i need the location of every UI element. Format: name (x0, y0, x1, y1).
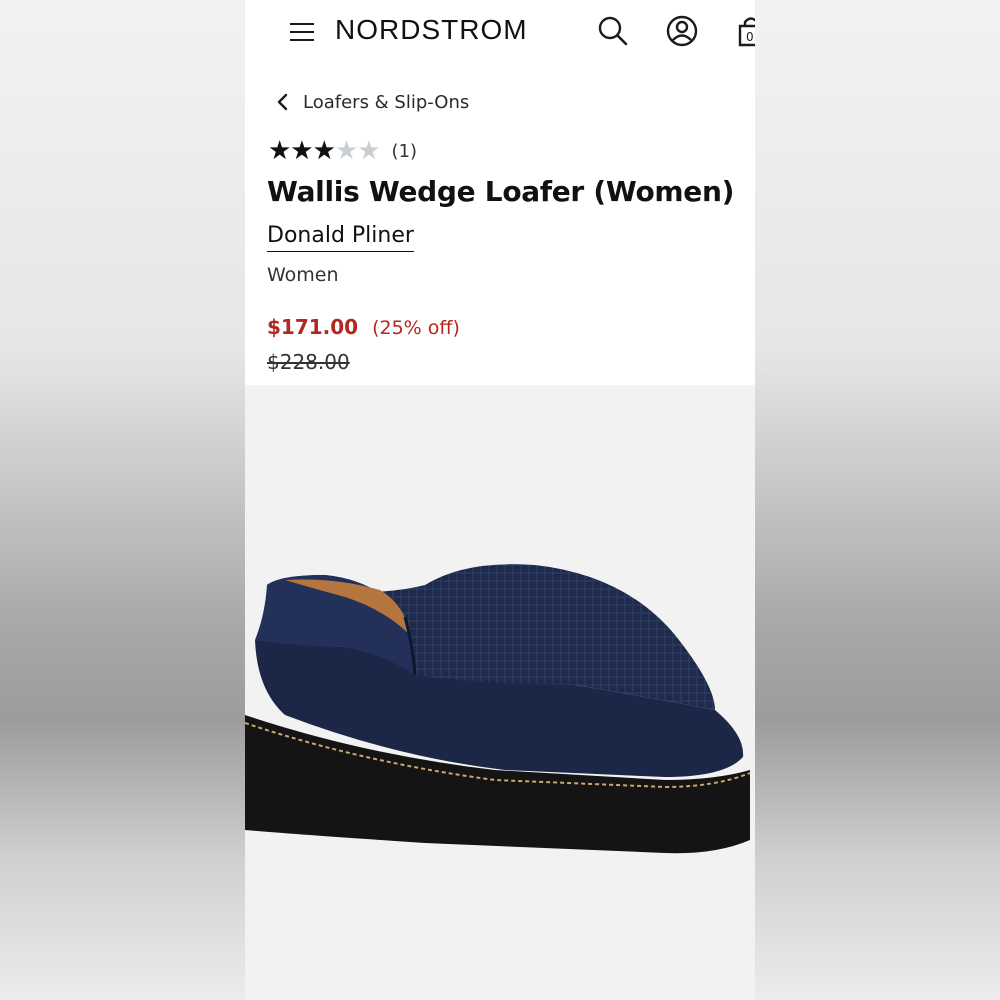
site-logo[interactable]: NORDSTROM (335, 14, 528, 46)
rating-stars: ★★★★★ ★★★★★ (268, 136, 381, 166)
review-count[interactable]: (1) (392, 141, 418, 162)
svg-text:0: 0 (746, 30, 754, 44)
sale-price: $171.00 (267, 315, 359, 339)
product-title: Wallis Wedge Loafer (Women) (267, 175, 735, 208)
price-row: $171.00 (25% off) (267, 315, 460, 339)
brand-link[interactable]: Donald Pliner (267, 223, 414, 252)
background-blur-left (0, 0, 245, 1000)
bag-icon[interactable]: 0 (734, 14, 755, 48)
product-image[interactable] (245, 385, 755, 1000)
chevron-left-icon (277, 93, 288, 111)
discount-label: (25% off) (372, 317, 460, 339)
breadcrumb[interactable]: Loafers & Slip-Ons (275, 90, 469, 114)
search-icon[interactable] (596, 14, 630, 48)
product-rating[interactable]: ★★★★★ ★★★★★ (1) (268, 138, 417, 164)
menu-icon[interactable] (290, 21, 314, 43)
product-category: Women (267, 264, 339, 286)
background-blur-right (755, 0, 1000, 1000)
original-price: $228.00 (267, 350, 350, 374)
account-icon[interactable] (665, 14, 699, 48)
breadcrumb-label[interactable]: Loafers & Slip-Ons (303, 92, 469, 113)
product-page: NORDSTROM 0 Loafers & Slip-Ons ★★★★★ ★★★… (245, 0, 755, 1000)
